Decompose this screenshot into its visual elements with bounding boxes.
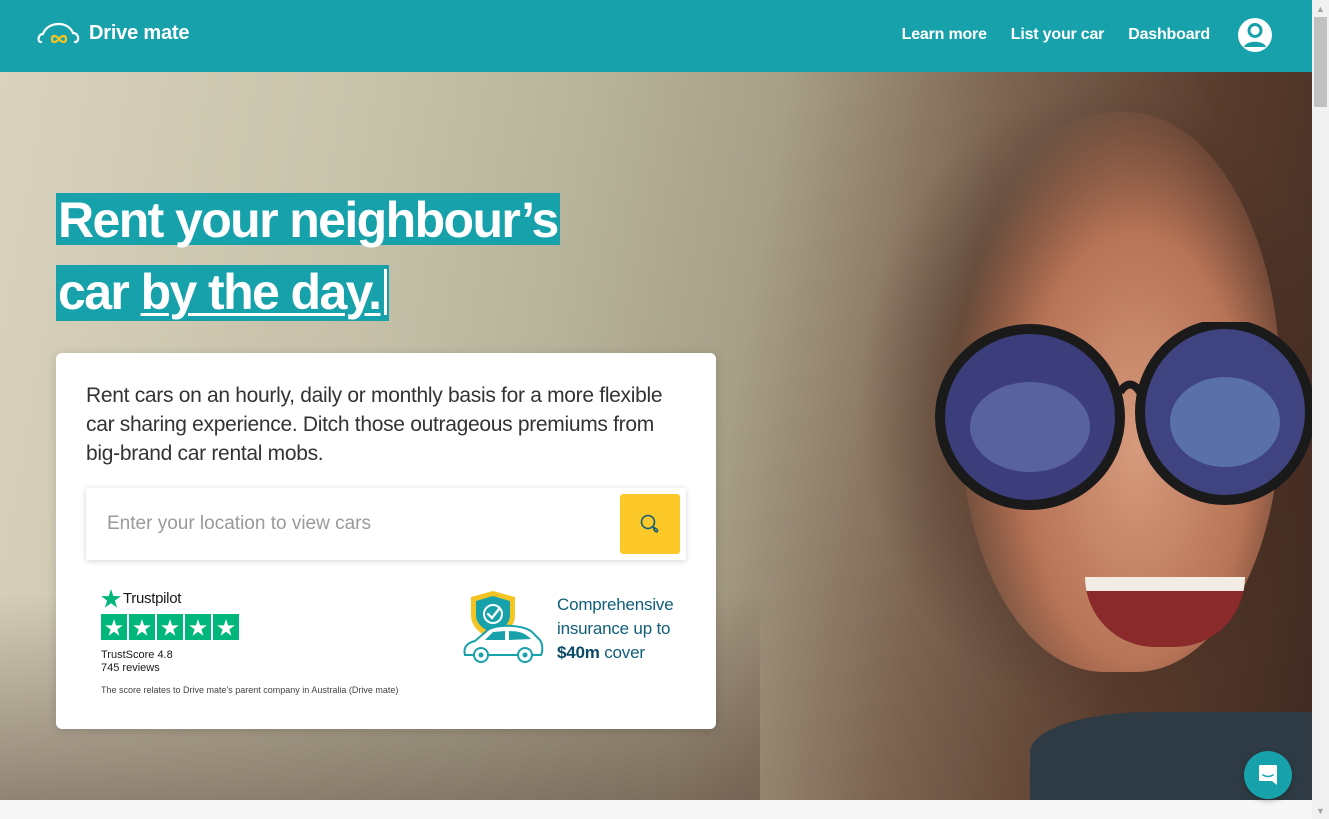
insurance-badge: Comprehensive insurance up to $40m cover — [461, 589, 674, 665]
scrollbar-thumb[interactable] — [1314, 17, 1327, 107]
nav-list-your-car[interactable]: List your car — [1011, 26, 1105, 44]
insurance-line-2: insurance up to — [557, 619, 671, 638]
hero-title-underlined: by the day. — [140, 264, 382, 320]
trustpilot-note: The score relates to Drive mate's parent… — [101, 685, 399, 695]
rating-star — [185, 614, 211, 640]
nav-links: Learn more List your car Dashboard — [878, 18, 1272, 52]
drive-mate-logo-icon — [37, 22, 80, 44]
nav-dashboard[interactable]: Dashboard — [1128, 26, 1210, 44]
hero-description: Rent cars on an hourly, daily or monthly… — [86, 384, 663, 465]
rating-star — [157, 614, 183, 640]
hero-title-plain: car — [58, 264, 141, 320]
insurance-text: Comprehensive insurance up to $40m cover — [557, 593, 674, 665]
scroll-down-arrow-icon[interactable]: ▼ — [1312, 802, 1329, 819]
logo[interactable]: Drive mate — [37, 20, 189, 46]
insurance-cover-label: cover — [599, 643, 645, 662]
rating-star — [129, 614, 155, 640]
hero-title-line-2: car by the day. — [56, 264, 390, 321]
nav-learn-more[interactable]: Learn more — [902, 26, 987, 44]
next-section-edge — [0, 800, 1312, 819]
star-icon — [217, 618, 235, 636]
scroll-up-arrow-icon[interactable]: ▲ — [1312, 0, 1329, 17]
insurance-amount: $40m — [557, 643, 600, 662]
search-icon — [640, 514, 659, 533]
hero-card: Rent cars on an hourly, daily or monthly… — [56, 353, 716, 729]
top-navbar: Drive mate Learn more List your car Dash… — [0, 0, 1312, 72]
trustpilot-widget[interactable]: Trustpilot TrustScore 4.8 745 reviews Th… — [101, 589, 398, 695]
search-button[interactable] — [620, 494, 680, 554]
chat-launcher-button[interactable] — [1244, 751, 1292, 799]
review-count: 745 reviews — [101, 662, 160, 674]
trustpilot-logo: Trustpilot — [101, 589, 398, 608]
trustpilot-star-icon — [101, 589, 121, 608]
location-search-input[interactable] — [86, 488, 616, 560]
insured-car-shield-icon — [463, 591, 544, 663]
user-circle-icon — [1244, 23, 1266, 47]
hero-sunglasses — [935, 322, 1312, 510]
typing-cursor — [384, 269, 388, 315]
rating-star — [213, 614, 239, 640]
trustpilot-stars — [101, 614, 398, 640]
insurance-line-1: Comprehensive — [557, 595, 674, 614]
account-button[interactable] — [1238, 18, 1272, 52]
vertical-scrollbar[interactable]: ▲ ▼ — [1312, 0, 1329, 819]
hero-title-line-1: Rent your neighbour’s — [56, 192, 560, 248]
chat-icon — [1259, 765, 1277, 785]
star-icon — [133, 618, 151, 636]
star-icon — [105, 618, 123, 636]
star-icon — [161, 618, 179, 636]
trustscore: TrustScore 4.8 — [101, 649, 173, 661]
star-icon — [189, 618, 207, 636]
brand-name: Drive mate — [89, 21, 190, 44]
page: Drive mate Learn more List your car Dash… — [0, 0, 1312, 819]
trustpilot-brand: Trustpilot — [123, 590, 182, 607]
location-search — [86, 488, 686, 560]
rating-star — [101, 614, 127, 640]
insurance-line-3: $40m cover — [557, 641, 673, 665]
